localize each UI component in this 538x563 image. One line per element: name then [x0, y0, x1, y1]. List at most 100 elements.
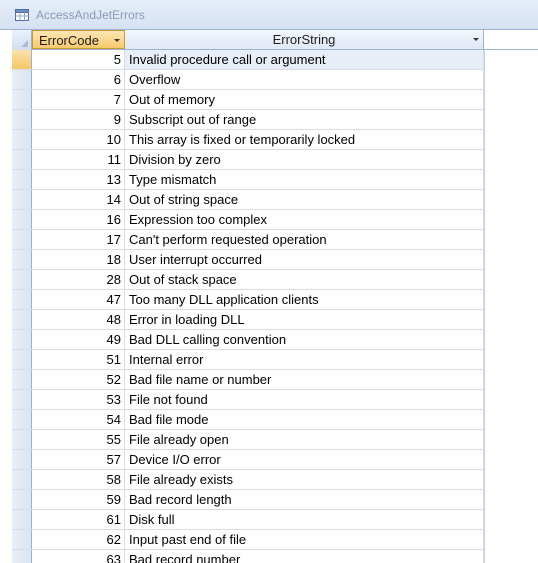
- table-row[interactable]: 51 Internal error: [12, 350, 484, 370]
- table-row[interactable]: 61 Disk full: [12, 510, 484, 530]
- table-row[interactable]: 14 Out of string space: [12, 190, 484, 210]
- select-all-button[interactable]: [12, 30, 32, 50]
- column-dropdown-icon[interactable]: [114, 39, 120, 42]
- errorcode-cell[interactable]: 13: [32, 170, 125, 189]
- table-row[interactable]: 16 Expression too complex: [12, 210, 484, 230]
- errorstring-cell[interactable]: Internal error: [125, 350, 484, 369]
- errorcode-cell[interactable]: 48: [32, 310, 125, 329]
- errorcode-cell[interactable]: 6: [32, 70, 125, 89]
- errorcode-cell[interactable]: 53: [32, 390, 125, 409]
- table-row[interactable]: 57 Device I/O error: [12, 450, 484, 470]
- errorstring-cell[interactable]: Invalid procedure call or argument: [125, 50, 484, 69]
- record-selector[interactable]: [12, 90, 32, 109]
- errorstring-cell[interactable]: File not found: [125, 390, 484, 409]
- record-selector[interactable]: [12, 450, 32, 469]
- table-row[interactable]: 54 Bad file mode: [12, 410, 484, 430]
- errorcode-cell[interactable]: 10: [32, 130, 125, 149]
- errorstring-cell[interactable]: This array is fixed or temporarily locke…: [125, 130, 484, 149]
- table-row[interactable]: 13 Type mismatch: [12, 170, 484, 190]
- table-row[interactable]: 28 Out of stack space: [12, 270, 484, 290]
- record-selector[interactable]: [12, 390, 32, 409]
- errorcode-cell[interactable]: 51: [32, 350, 125, 369]
- errorcode-cell[interactable]: 55: [32, 430, 125, 449]
- record-selector[interactable]: [12, 70, 32, 89]
- table-row[interactable]: 52 Bad file name or number: [12, 370, 484, 390]
- record-selector[interactable]: [12, 530, 32, 549]
- table-row[interactable]: 47 Too many DLL application clients: [12, 290, 484, 310]
- errorstring-cell[interactable]: Error in loading DLL: [125, 310, 484, 329]
- record-selector[interactable]: [12, 50, 32, 69]
- errorcode-cell[interactable]: 58: [32, 470, 125, 489]
- errorstring-cell[interactable]: Division by zero: [125, 150, 484, 169]
- table-row[interactable]: 17 Can't perform requested operation: [12, 230, 484, 250]
- record-selector[interactable]: [12, 470, 32, 489]
- table-row[interactable]: 10 This array is fixed or temporarily lo…: [12, 130, 484, 150]
- table-row[interactable]: 62 Input past end of file: [12, 530, 484, 550]
- table-row[interactable]: 48 Error in loading DLL: [12, 310, 484, 330]
- errorstring-cell[interactable]: Overflow: [125, 70, 484, 89]
- errorstring-cell[interactable]: File already open: [125, 430, 484, 449]
- errorcode-cell[interactable]: 61: [32, 510, 125, 529]
- errorcode-cell[interactable]: 59: [32, 490, 125, 509]
- errorcode-cell[interactable]: 52: [32, 370, 125, 389]
- table-row[interactable]: 59 Bad record length: [12, 490, 484, 510]
- errorcode-cell[interactable]: 9: [32, 110, 125, 129]
- errorcode-cell[interactable]: 62: [32, 530, 125, 549]
- record-selector[interactable]: [12, 510, 32, 529]
- record-selector[interactable]: [12, 230, 32, 249]
- table-row[interactable]: 18 User interrupt occurred: [12, 250, 484, 270]
- errorcode-cell[interactable]: 11: [32, 150, 125, 169]
- record-selector[interactable]: [12, 250, 32, 269]
- errorcode-cell[interactable]: 28: [32, 270, 125, 289]
- record-selector[interactable]: [12, 210, 32, 229]
- errorcode-cell[interactable]: 18: [32, 250, 125, 269]
- errorcode-cell[interactable]: 14: [32, 190, 125, 209]
- errorstring-cell[interactable]: User interrupt occurred: [125, 250, 484, 269]
- errorstring-cell[interactable]: File already exists: [125, 470, 484, 489]
- table-row[interactable]: 11 Division by zero: [12, 150, 484, 170]
- record-selector[interactable]: [12, 270, 32, 289]
- errorstring-cell[interactable]: Bad record number: [125, 550, 484, 563]
- record-selector[interactable]: [12, 370, 32, 389]
- record-selector[interactable]: [12, 430, 32, 449]
- errorcode-cell[interactable]: 7: [32, 90, 125, 109]
- record-selector[interactable]: [12, 330, 32, 349]
- errorcode-cell[interactable]: 54: [32, 410, 125, 429]
- errorcode-cell[interactable]: 63: [32, 550, 125, 563]
- table-row[interactable]: 7 Out of memory: [12, 90, 484, 110]
- errorstring-cell[interactable]: Input past end of file: [125, 530, 484, 549]
- table-row[interactable]: 53 File not found: [12, 390, 484, 410]
- errorcode-cell[interactable]: 17: [32, 230, 125, 249]
- record-selector[interactable]: [12, 190, 32, 209]
- errorstring-cell[interactable]: Bad file name or number: [125, 370, 484, 389]
- errorstring-cell[interactable]: Bad file mode: [125, 410, 484, 429]
- table-row[interactable]: 55 File already open: [12, 430, 484, 450]
- table-row[interactable]: 58 File already exists: [12, 470, 484, 490]
- record-selector[interactable]: [12, 110, 32, 129]
- errorstring-cell[interactable]: Type mismatch: [125, 170, 484, 189]
- errorstring-cell[interactable]: Can't perform requested operation: [125, 230, 484, 249]
- errorstring-cell[interactable]: Bad DLL calling convention: [125, 330, 484, 349]
- document-tab[interactable]: AccessAndJetErrors: [0, 0, 538, 30]
- errorcode-cell[interactable]: 49: [32, 330, 125, 349]
- table-row[interactable]: 63 Bad record number: [12, 550, 484, 563]
- errorstring-cell[interactable]: Device I/O error: [125, 450, 484, 469]
- errorcode-cell[interactable]: 47: [32, 290, 125, 309]
- column-header-errorstring[interactable]: ErrorString: [125, 30, 484, 49]
- table-row[interactable]: 49 Bad DLL calling convention: [12, 330, 484, 350]
- errorstring-cell[interactable]: Too many DLL application clients: [125, 290, 484, 309]
- record-selector[interactable]: [12, 150, 32, 169]
- table-row[interactable]: 6 Overflow: [12, 70, 484, 90]
- errorstring-cell[interactable]: Expression too complex: [125, 210, 484, 229]
- errorcode-cell[interactable]: 5: [32, 50, 125, 69]
- record-selector[interactable]: [12, 290, 32, 309]
- table-row[interactable]: 5 Invalid procedure call or argument: [12, 50, 484, 70]
- record-selector[interactable]: [12, 550, 32, 563]
- record-selector[interactable]: [12, 170, 32, 189]
- record-selector[interactable]: [12, 490, 32, 509]
- errorstring-cell[interactable]: Out of string space: [125, 190, 484, 209]
- column-dropdown-icon[interactable]: [473, 38, 479, 41]
- errorstring-cell[interactable]: Disk full: [125, 510, 484, 529]
- record-selector[interactable]: [12, 130, 32, 149]
- errorstring-cell[interactable]: Out of memory: [125, 90, 484, 109]
